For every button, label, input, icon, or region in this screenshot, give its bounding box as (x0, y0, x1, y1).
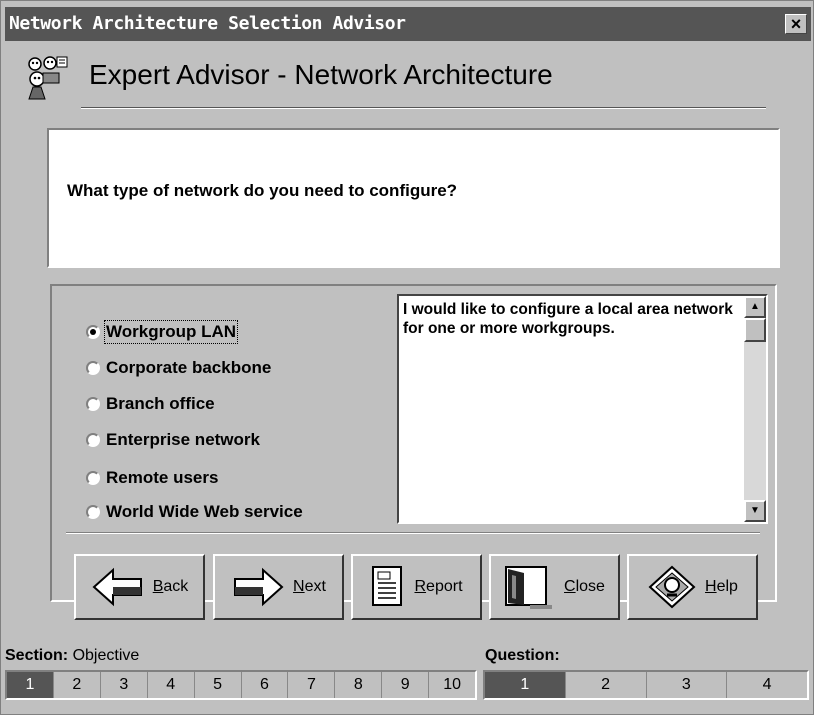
radio-button[interactable] (86, 433, 100, 447)
section-cell-5: 5 (195, 672, 242, 698)
arrow-right-icon (234, 567, 284, 607)
window-title: Network Architecture Selection Advisor (9, 13, 406, 34)
title-bar: Network Architecture Selection Advisor × (5, 7, 811, 41)
option-branch-office[interactable]: Branch office (86, 392, 215, 416)
section-cell-3: 3 (101, 672, 148, 698)
next-button[interactable]: Next (213, 554, 344, 620)
scroll-thumb[interactable] (744, 318, 766, 342)
option-label: World Wide Web service (106, 502, 303, 521)
option-corporate-backbone[interactable]: Corporate backbone (86, 356, 271, 380)
help-icon (648, 565, 696, 609)
header-divider (81, 107, 766, 109)
section-cell-4: 4 (148, 672, 195, 698)
section-cell-7: 7 (288, 672, 336, 698)
option-label: Enterprise network (106, 430, 260, 449)
back-button-label: Back (152, 578, 189, 595)
option-workgroup-lan[interactable]: Workgroup LAN (86, 320, 239, 344)
group-divider (66, 532, 760, 534)
report-button[interactable]: Report (351, 554, 482, 620)
section-cell-9: 9 (382, 672, 430, 698)
option-remote-users[interactable]: Remote users (86, 466, 218, 490)
report-button-label: Report (414, 578, 463, 595)
question-label: Question: (485, 647, 560, 664)
question-panel: What type of network do you need to conf… (47, 128, 780, 268)
radio-button[interactable] (86, 361, 100, 375)
option-enterprise-network[interactable]: Enterprise network (86, 428, 260, 452)
section-label: Section: Objective (5, 647, 140, 664)
section-progress: 1 2 3 4 5 6 7 8 9 10 (5, 670, 477, 700)
radio-button-selected[interactable] (86, 325, 100, 339)
advisor-window: Network Architecture Selection Advisor ×… (0, 0, 814, 715)
page-title: Expert Advisor - Network Architecture (89, 59, 553, 90)
section-value: Objective (72, 647, 140, 664)
close-button[interactable]: Close (489, 554, 620, 620)
section-cell-2: 2 (54, 672, 101, 698)
door-icon (505, 566, 553, 609)
question-cell-2: 2 (566, 672, 647, 698)
section-cell-6: 6 (242, 672, 289, 698)
option-label: Workgroup LAN (103, 320, 239, 344)
option-label: Remote users (106, 468, 219, 487)
question-progress: 123 4 (483, 670, 809, 700)
description-textbox[interactable]: I would like to configure a local area n… (397, 294, 768, 524)
option-label: Corporate backbone (106, 358, 272, 377)
question-cell-1: 1 (485, 672, 566, 698)
description-text: I would like to configure a local area n… (403, 301, 733, 337)
option-label: Branch office (106, 394, 215, 413)
next-button-label: Next (293, 578, 326, 595)
question-text: What type of network do you need to conf… (67, 181, 458, 200)
help-button[interactable]: Help (627, 554, 758, 620)
answer-group: Workgroup LAN Corporate backbone Branch … (50, 284, 777, 620)
radio-button[interactable] (86, 505, 100, 519)
arrow-left-icon (92, 567, 142, 607)
back-button[interactable]: Back (74, 554, 205, 620)
option-world-wide-web-service[interactable]: World Wide Web service (86, 500, 303, 524)
report-icon (372, 566, 403, 606)
help-button-label: Help (705, 578, 738, 595)
radio-button[interactable] (86, 397, 100, 411)
scroll-down-button[interactable]: ▼ (744, 500, 766, 522)
question-cell-3: 3 (647, 672, 728, 698)
section-cell-10: 10 (443, 676, 461, 693)
close-window-button[interactable]: × (785, 14, 807, 34)
radio-button[interactable] (86, 471, 100, 485)
section-cell-1: 1 (7, 672, 54, 698)
question-cell-4: 4 (762, 676, 772, 693)
section-cell-8: 8 (335, 672, 383, 698)
close-button-label: Close (564, 578, 605, 595)
vertical-scrollbar[interactable]: ▲ ▼ (744, 296, 766, 522)
scroll-up-button[interactable]: ▲ (744, 296, 766, 318)
advisor-people-icon (23, 55, 69, 101)
